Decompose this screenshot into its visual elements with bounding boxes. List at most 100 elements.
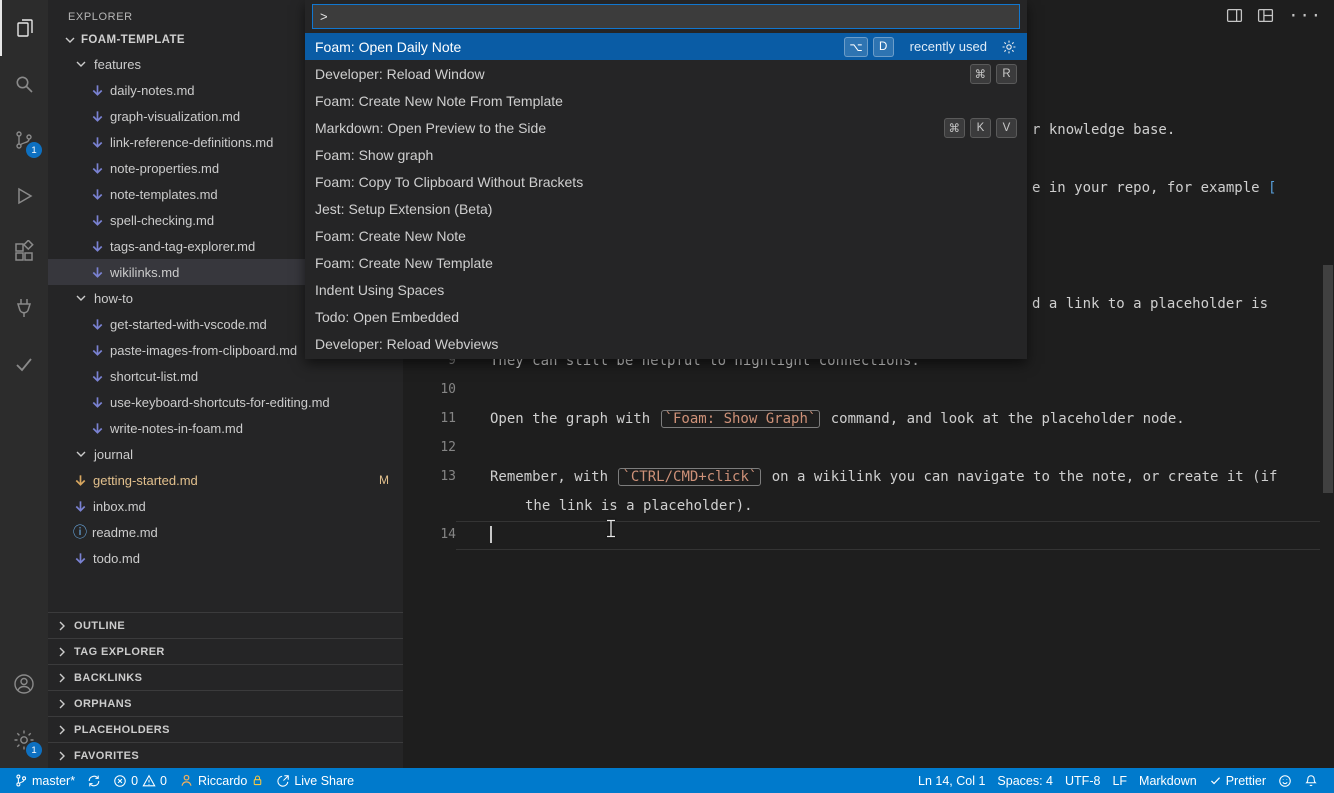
feedback-button[interactable]: [1272, 768, 1298, 793]
markdown-arrow-icon: [92, 84, 103, 96]
code-line-content[interactable]: [456, 376, 1320, 405]
command-label: Jest: Setup Extension (Beta): [315, 200, 493, 217]
file-write-notes-in-foam-md[interactable]: write-notes-in-foam.md: [48, 415, 403, 441]
warning-count: 0: [160, 773, 167, 788]
configure-keybinding-button[interactable]: [1001, 39, 1017, 55]
extensions-activity-button[interactable]: [0, 224, 48, 280]
tree-item-label: journal: [94, 446, 134, 462]
language-mode[interactable]: Markdown: [1133, 768, 1203, 793]
command-label: Foam: Show graph: [315, 146, 434, 163]
explorer-activity-button[interactable]: [0, 0, 48, 56]
code-line-content[interactable]: Open the graph with `Foam: Show Graph` c…: [456, 405, 1320, 434]
settings-button[interactable]: 1: [0, 712, 48, 768]
editor-scrollbar[interactable]: [1323, 265, 1333, 493]
markdown-arrow-icon: [75, 500, 86, 512]
file-todo-md[interactable]: todo.md: [48, 545, 403, 571]
command-label: Foam: Copy To Clipboard Without Brackets: [315, 173, 584, 190]
palette-input-wrap: [305, 0, 1027, 33]
command-item-foam-create-new-note[interactable]: Foam: Create New Note: [305, 222, 1027, 249]
command-item-markdown-open-preview-to-the-side[interactable]: Markdown: Open Preview to the Side ⌘ K V: [305, 114, 1027, 141]
section-chevron-icon: [59, 751, 65, 760]
section-backlinks[interactable]: BACKLINKS: [48, 664, 403, 690]
encoding-status[interactable]: UTF-8: [1059, 768, 1106, 793]
tree-item-label: readme.md: [92, 524, 158, 540]
file-use-keyboard-shortcuts-for-editing-md[interactable]: use-keyboard-shortcuts-for-editing.md: [48, 389, 403, 415]
editor-text-fragment: e in your repo, for example [: [1032, 180, 1277, 196]
split-editor-icon[interactable]: [1226, 7, 1243, 24]
code-line-content[interactable]: [456, 521, 1320, 550]
line-number: 14: [440, 527, 456, 542]
live-share-status[interactable]: Live Share: [270, 768, 360, 793]
command-item-foam-show-graph[interactable]: Foam: Show graph: [305, 141, 1027, 168]
configure-gear-icon[interactable]: [1001, 39, 1017, 55]
live-share-activity-button[interactable]: [0, 280, 48, 336]
folder-journal[interactable]: journal: [48, 441, 403, 467]
live-share-user[interactable]: Riccardo: [173, 768, 270, 793]
folder-chevron-icon: [76, 61, 86, 67]
code-line-content[interactable]: the link is a placeholder).: [456, 492, 1320, 521]
command-palette: Foam: Open Daily Note ⌥Drecently used Deve…: [305, 0, 1027, 359]
markdown-arrow-icon: [92, 214, 103, 226]
git-branch-status[interactable]: master*: [8, 768, 81, 793]
keybinding-chip: R: [996, 63, 1017, 84]
keybinding-chip: D: [872, 36, 894, 57]
workspace-label: FOAM-TEMPLATE: [81, 34, 185, 46]
indentation-status[interactable]: Spaces: 4: [991, 768, 1059, 793]
section-outline[interactable]: OUTLINE: [48, 612, 403, 638]
folder-chevron-icon: [76, 451, 86, 457]
keybinding-chip: ⌥: [844, 36, 868, 57]
command-input[interactable]: [312, 4, 1020, 29]
command-item-developer-reload-webviews[interactable]: Developer: Reload Webviews: [305, 330, 1027, 357]
more-actions-icon[interactable]: ···: [1288, 7, 1322, 24]
markdown-arrow-icon: [92, 110, 103, 122]
run-debug-icon: [18, 187, 33, 205]
tree-item-label: note-templates.md: [110, 186, 218, 202]
command-item-foam-copy-to-clipboard-without-brackets[interactable]: Foam: Copy To Clipboard Without Brackets: [305, 168, 1027, 195]
file-readme-md[interactable]: ⓘ readme.md: [48, 519, 403, 545]
section-label: ORPHANS: [74, 697, 132, 710]
modified-badge: M: [379, 473, 389, 487]
run-debug-activity-button[interactable]: [0, 168, 48, 224]
problems-status[interactable]: 0 0: [107, 768, 173, 793]
editor-layout-icon[interactable]: [1257, 7, 1274, 24]
file-inbox-md[interactable]: inbox.md: [48, 493, 403, 519]
command-label: Foam: Create New Note From Template: [315, 92, 563, 109]
files-icon: [17, 19, 33, 37]
test-explorer-activity-button[interactable]: [0, 336, 48, 392]
command-label: Foam: Create New Note: [315, 227, 466, 244]
search-activity-button[interactable]: [0, 56, 48, 112]
eol-status[interactable]: LF: [1106, 768, 1133, 793]
source-control-activity-button[interactable]: 1: [0, 112, 48, 168]
search-icon: [16, 76, 33, 93]
command-item-developer-reload-window[interactable]: Developer: Reload Window ⌘ R: [305, 60, 1027, 87]
section-favorites[interactable]: FAVORITES: [48, 742, 403, 768]
command-label: Markdown: Open Preview to the Side: [315, 119, 547, 136]
plug-icon: [16, 299, 32, 317]
lock-icon: [254, 775, 262, 786]
code-line-content[interactable]: [456, 434, 1320, 463]
notifications-button[interactable]: [1298, 768, 1324, 793]
command-item-indent-using-spaces[interactable]: Indent Using Spaces: [305, 276, 1027, 303]
code-line-10: 10: [403, 376, 1320, 405]
section-label: PLACEHOLDERS: [74, 723, 170, 736]
command-item-todo-open-embedded[interactable]: Todo: Open Embedded: [305, 303, 1027, 330]
section-tag-explorer[interactable]: TAG EXPLORER: [48, 638, 403, 664]
code-line-content[interactable]: Remember, with `CTRL/CMD+click` on a wik…: [456, 463, 1320, 492]
section-label: TAG EXPLORER: [74, 645, 165, 658]
user-label: Riccardo: [197, 773, 248, 788]
cursor-position[interactable]: Ln 14, Col 1: [912, 768, 991, 793]
section-placeholders[interactable]: PLACEHOLDERS: [48, 716, 403, 742]
account-button[interactable]: [0, 656, 48, 712]
sync-button[interactable]: [81, 768, 107, 793]
command-item-foam-create-new-template[interactable]: Foam: Create New Template: [305, 249, 1027, 276]
file-shortcut-list-md[interactable]: shortcut-list.md: [48, 363, 403, 389]
section-orphans[interactable]: ORPHANS: [48, 690, 403, 716]
tree-item-label: spell-checking.md: [110, 212, 215, 228]
command-item-foam-create-new-note-from-template[interactable]: Foam: Create New Note From Template: [305, 87, 1027, 114]
error-count: 0: [131, 773, 139, 788]
command-item-jest-setup-extension-beta[interactable]: Jest: Setup Extension (Beta): [305, 195, 1027, 222]
file-getting-started-md[interactable]: getting-started.md M: [48, 467, 403, 493]
command-item-foam-open-daily-note[interactable]: Foam: Open Daily Note ⌥ Drecently used: [305, 33, 1027, 60]
tree-item-label: todo.md: [93, 550, 140, 566]
formatter-status[interactable]: Prettier: [1203, 768, 1272, 793]
